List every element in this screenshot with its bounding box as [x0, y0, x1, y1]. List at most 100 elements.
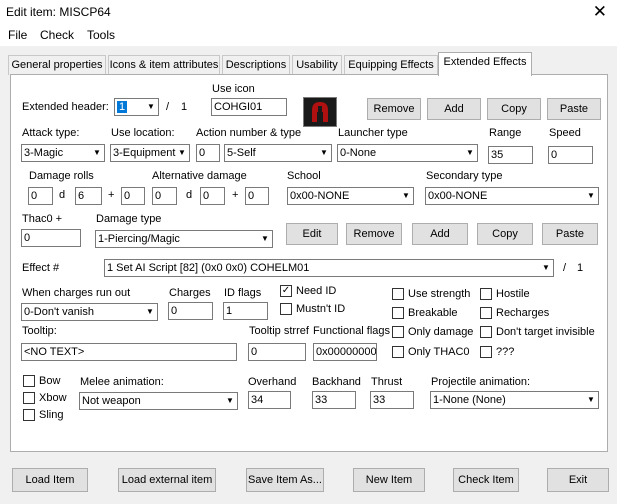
tooltip-input[interactable]: <NO TEXT> — [21, 343, 237, 361]
projectile-animation-select[interactable]: 1-None (None) ▼ — [430, 391, 599, 409]
unknown-flag-label: ??? — [496, 346, 515, 358]
helmet-item-icon — [303, 97, 337, 127]
breakable-label: Breakable — [408, 307, 458, 319]
only-thac0-checkbox[interactable] — [392, 346, 404, 358]
header-separator: / — [166, 101, 170, 113]
breakable-checkbox[interactable] — [392, 307, 404, 319]
backhand-label: Backhand — [312, 376, 361, 388]
xbow-checkbox[interactable] — [23, 392, 35, 404]
effect-select[interactable]: 1 Set AI Script [82] (0x0 0x0) COHELM01 ▼ — [104, 259, 554, 277]
range-input[interactable]: 35 — [488, 146, 533, 164]
use-strength-checkbox[interactable] — [392, 288, 404, 300]
chevron-down-icon: ▼ — [226, 396, 234, 405]
tooltip-label: Tooltip: — [22, 325, 57, 337]
dont-target-invisible-checkbox[interactable] — [480, 326, 492, 338]
chevron-down-icon: ▼ — [93, 148, 101, 157]
school-select[interactable]: 0x00-NONE ▼ — [287, 187, 414, 205]
alt-dice-sides-input[interactable]: 0 — [200, 187, 225, 205]
exit-button[interactable]: Exit — [547, 468, 609, 492]
load-item-button[interactable]: Load Item — [12, 468, 88, 492]
secondary-type-select[interactable]: 0x00-NONE ▼ — [425, 187, 599, 205]
extended-header-select[interactable]: 1 ▼ — [114, 98, 159, 116]
tab-general-properties[interactable]: General properties — [8, 55, 106, 75]
functional-flags-input[interactable]: 0x00000000 — [313, 343, 377, 361]
need-id-checkbox[interactable]: ✓ — [280, 285, 292, 297]
attack-type-select[interactable]: 3-Magic ▼ — [21, 144, 105, 162]
close-icon[interactable]: ✕ — [593, 2, 607, 22]
menu-file[interactable]: File — [8, 28, 27, 42]
new-item-button[interactable]: New Item — [353, 468, 425, 492]
menu-tools[interactable]: Tools — [87, 28, 115, 42]
speed-label: Speed — [549, 127, 581, 139]
alt-dice-count-input[interactable]: 0 — [152, 187, 177, 205]
unknown-flag-checkbox[interactable] — [480, 346, 492, 358]
effect-separator: / — [563, 262, 567, 274]
damage-dice-count-input[interactable]: 0 — [28, 187, 53, 205]
tooltip-strref-label: Tooltip strref — [249, 325, 309, 337]
secondary-type-label: Secondary type — [426, 170, 503, 182]
chevron-down-icon: ▼ — [587, 395, 595, 404]
add-header-button[interactable]: Add — [427, 98, 481, 120]
mustnt-id-checkbox[interactable] — [280, 303, 292, 315]
save-item-as-button[interactable]: Save Item As... — [246, 468, 324, 492]
thac0-input[interactable]: 0 — [21, 229, 81, 247]
damage-dice-sides-input[interactable]: 6 — [75, 187, 102, 205]
id-flags-input[interactable]: 1 — [223, 302, 268, 320]
charges-input[interactable]: 0 — [168, 302, 213, 320]
overhand-label: Overhand — [248, 376, 297, 388]
alt-plus-label: + — [232, 189, 239, 201]
remove-effect-button[interactable]: Remove — [346, 223, 402, 245]
functional-flags-label: Functional flags — [313, 325, 391, 337]
damage-type-label: Damage type — [96, 213, 162, 225]
hostile-checkbox[interactable] — [480, 288, 492, 300]
action-number-input[interactable]: 0 — [196, 144, 220, 162]
tooltip-strref-input[interactable]: 0 — [248, 343, 306, 361]
projectile-animation-label: Projectile animation: — [431, 376, 531, 388]
dont-target-invisible-label: Don't target invisible — [496, 326, 595, 338]
hostile-label: Hostile — [496, 288, 530, 300]
window-title: Edit item: MISCP64 — [6, 5, 111, 19]
charges-out-select[interactable]: 0-Don't vanish ▼ — [21, 303, 158, 321]
menu-check[interactable]: Check — [40, 28, 74, 42]
melee-animation-select[interactable]: Not weapon ▼ — [79, 392, 238, 410]
need-id-label: Need ID — [296, 285, 337, 297]
bow-label: Bow — [39, 375, 61, 387]
speed-input[interactable]: 0 — [548, 146, 593, 164]
launcher-type-select[interactable]: 0-None ▼ — [337, 144, 478, 162]
tab-extended-effects[interactable]: Extended Effects — [438, 52, 532, 76]
damage-type-select[interactable]: 1-Piercing/Magic ▼ — [95, 230, 273, 248]
add-effect-button[interactable]: Add — [412, 223, 468, 245]
overhand-input[interactable]: 34 — [248, 391, 291, 409]
effect-total: 1 — [577, 262, 584, 274]
effect-number-label: Effect # — [22, 262, 60, 274]
charges-label: Charges — [169, 287, 211, 299]
tab-descriptions[interactable]: Descriptions — [222, 55, 290, 75]
damage-bonus-input[interactable]: 0 — [121, 187, 145, 205]
remove-header-button[interactable]: Remove — [367, 98, 421, 120]
chevron-down-icon: ▼ — [587, 191, 595, 200]
backhand-input[interactable]: 33 — [312, 391, 356, 409]
alt-bonus-input[interactable]: 0 — [245, 187, 269, 205]
paste-header-button[interactable]: Paste — [547, 98, 601, 120]
sling-checkbox[interactable] — [23, 409, 35, 421]
check-item-button[interactable]: Check Item — [453, 468, 519, 492]
use-location-label: Use location: — [111, 127, 175, 139]
header-total: 1 — [181, 101, 188, 113]
chevron-down-icon: ▼ — [542, 263, 550, 272]
tab-usability[interactable]: Usability — [292, 55, 342, 75]
use-icon-input[interactable]: COHGI01 — [211, 98, 287, 116]
thac0-label: Thac0 + — [22, 213, 63, 225]
use-location-select[interactable]: 3-Equipment ▼ — [110, 144, 190, 162]
tab-equipping-effects[interactable]: Equipping Effects — [344, 55, 438, 75]
copy-effect-button[interactable]: Copy — [477, 223, 533, 245]
paste-effect-button[interactable]: Paste — [542, 223, 598, 245]
edit-effect-button[interactable]: Edit — [286, 223, 338, 245]
recharges-checkbox[interactable] — [480, 307, 492, 319]
tab-icons-attributes[interactable]: Icons & item attributes — [108, 55, 220, 75]
thrust-input[interactable]: 33 — [370, 391, 414, 409]
copy-header-button[interactable]: Copy — [487, 98, 541, 120]
load-external-item-button[interactable]: Load external item — [118, 468, 216, 492]
only-damage-checkbox[interactable] — [392, 326, 404, 338]
action-type-select[interactable]: 5-Self ▼ — [224, 144, 332, 162]
bow-checkbox[interactable] — [23, 375, 35, 387]
